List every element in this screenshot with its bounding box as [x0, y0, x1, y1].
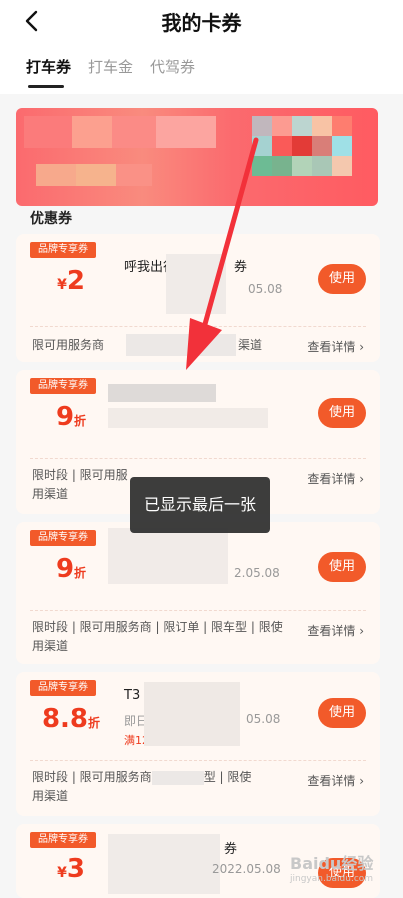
brand-badge: 品牌专享券	[30, 832, 96, 848]
coupon-amount: 9	[55, 402, 75, 432]
coupon-expiry: 2.05.08	[234, 566, 280, 580]
coupon-amount: 8.8	[41, 704, 89, 734]
divider	[30, 458, 366, 459]
brand-badge: 品牌专享券	[30, 242, 96, 258]
chevron-right-icon: ›	[359, 340, 364, 354]
coupon-amount: 3	[66, 854, 85, 884]
currency-symbol: ¥	[57, 865, 67, 881]
coupon-expiry: 05.08	[248, 282, 283, 296]
coupon-value: ¥2	[36, 266, 106, 296]
active-tab-indicator	[28, 85, 64, 88]
baidu-watermark: Baidu经验 jingyan.baidu.com	[290, 850, 373, 884]
coupon-value: ¥3	[36, 854, 106, 884]
coupon-value: 8.8折	[36, 704, 106, 734]
redacted-area	[108, 384, 216, 402]
coupon-card[interactable]: 品牌专享券 9折 2.05.08 使用 限时段 | 限可用服务商 | 限订单 |…	[16, 522, 380, 664]
divider	[30, 610, 366, 611]
coupon-title: T3	[124, 688, 141, 703]
tab-bar: 打车券 打车金 代驾券	[0, 42, 403, 94]
divider	[30, 326, 366, 327]
divider	[30, 760, 366, 761]
coupon-expiry: 05.08	[246, 712, 281, 726]
restriction-line: 用渠道	[32, 639, 69, 653]
toast-message: 已显示最后一张	[130, 477, 270, 533]
coupon-unit: 折	[88, 716, 101, 730]
coupon-unit: 折	[74, 566, 87, 580]
view-details-label: 查看详情	[307, 774, 356, 788]
coupon-title-tail: 券	[224, 842, 238, 857]
redacted-area	[108, 408, 268, 428]
redacted-area	[144, 682, 240, 746]
restriction-line: 限时段 | 限可用服务商	[32, 770, 152, 784]
brand-badge: 品牌专享券	[30, 530, 96, 546]
redacted-area	[151, 770, 204, 785]
currency-symbol: ¥	[57, 277, 67, 293]
tab-taxi-credit[interactable]: 打车金	[88, 56, 133, 77]
coupon-amount: 2	[66, 266, 85, 296]
section-title: 优惠券	[30, 211, 72, 227]
use-button[interactable]: 使用	[318, 264, 366, 294]
chevron-right-icon: ›	[359, 472, 364, 486]
redacted-area	[166, 254, 226, 314]
brand-badge: 品牌专享券	[30, 378, 96, 394]
use-button[interactable]: 使用	[318, 552, 366, 582]
coupon-value: 9折	[36, 402, 106, 432]
use-button[interactable]: 使用	[318, 698, 366, 728]
page-title: 我的卡券	[161, 11, 242, 35]
view-details-label: 查看详情	[307, 340, 356, 354]
view-details-link[interactable]: 查看详情 ›	[307, 338, 364, 355]
watermark-brand: Baidu经验	[290, 854, 374, 873]
coupon-title-tail: 券	[234, 260, 248, 275]
tab-taxi-coupon[interactable]: 打车券	[26, 56, 71, 77]
coupon-unit: 折	[74, 414, 87, 428]
coupon-card[interactable]: 品牌专享券 8.8折 T3 即日 满12 05.08 使用 限时段 | 限可用服…	[16, 672, 380, 816]
chevron-right-icon: ›	[359, 774, 364, 788]
redacted-area	[126, 334, 236, 356]
chevron-right-icon: ›	[359, 624, 364, 638]
restriction-text: 限时段 | 限可用服务商 | 限订单 | 限车型 | 限使 用渠道	[32, 618, 296, 656]
view-details-link[interactable]: 查看详情 ›	[307, 772, 364, 789]
brand-badge: 品牌专享券	[30, 680, 96, 696]
top-bar: 我的卡券	[0, 0, 403, 42]
coupon-value: 9折	[36, 554, 106, 584]
coupon-expiry: 2022.05.08	[212, 862, 281, 876]
restriction-tail: 渠道	[238, 338, 263, 352]
restriction-line: 用渠道	[32, 789, 69, 803]
tab-driver-coupon[interactable]: 代驾券	[150, 56, 195, 77]
redacted-area	[108, 834, 220, 894]
coupon-amount: 9	[55, 554, 75, 584]
view-details-link[interactable]: 查看详情 ›	[307, 470, 364, 487]
watermark-url: jingyan.baidu.com	[290, 874, 374, 884]
view-details-link[interactable]: 查看详情 ›	[307, 622, 364, 639]
redacted-area	[108, 528, 228, 584]
promo-banner[interactable]	[16, 108, 378, 206]
restriction-tail: 型 | 限使	[203, 770, 252, 784]
use-button[interactable]: 使用	[318, 398, 366, 428]
view-details-label: 查看详情	[307, 472, 356, 486]
view-details-label: 查看详情	[307, 624, 356, 638]
restriction-text: 限时段 | 限可用服务商 型 | 限使 用渠道	[32, 768, 296, 806]
restriction-line: 限时段 | 限可用服务商 | 限订单 | 限车型 | 限使	[32, 620, 283, 634]
coupon-card[interactable]: 品牌专享券 ¥2 呼我出行 券 05.08 使用 限可用服务商 渠道 查看详情 …	[16, 234, 380, 362]
